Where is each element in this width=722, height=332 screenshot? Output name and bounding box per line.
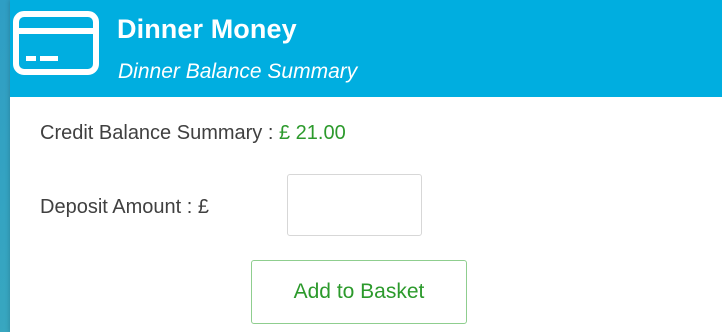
page-title: Dinner Money [117, 14, 297, 44]
add-to-basket-button[interactable]: Add to Basket [251, 260, 467, 324]
deposit-amount-input[interactable] [287, 174, 422, 236]
panel-header: Dinner Money Dinner Balance Summary [10, 0, 722, 97]
dinner-money-panel: Dinner Money Dinner Balance Summary Cred… [10, 0, 722, 332]
credit-balance-label: Credit Balance Summary : [40, 122, 279, 144]
credit-card-icon [13, 11, 99, 75]
credit-balance-row: Credit Balance Summary : £ 21.00 [40, 122, 346, 145]
credit-balance-value: £ 21.00 [278, 122, 346, 144]
deposit-amount-label: Deposit Amount : £ [40, 196, 209, 218]
page-subtitle: Dinner Balance Summary [118, 60, 358, 83]
